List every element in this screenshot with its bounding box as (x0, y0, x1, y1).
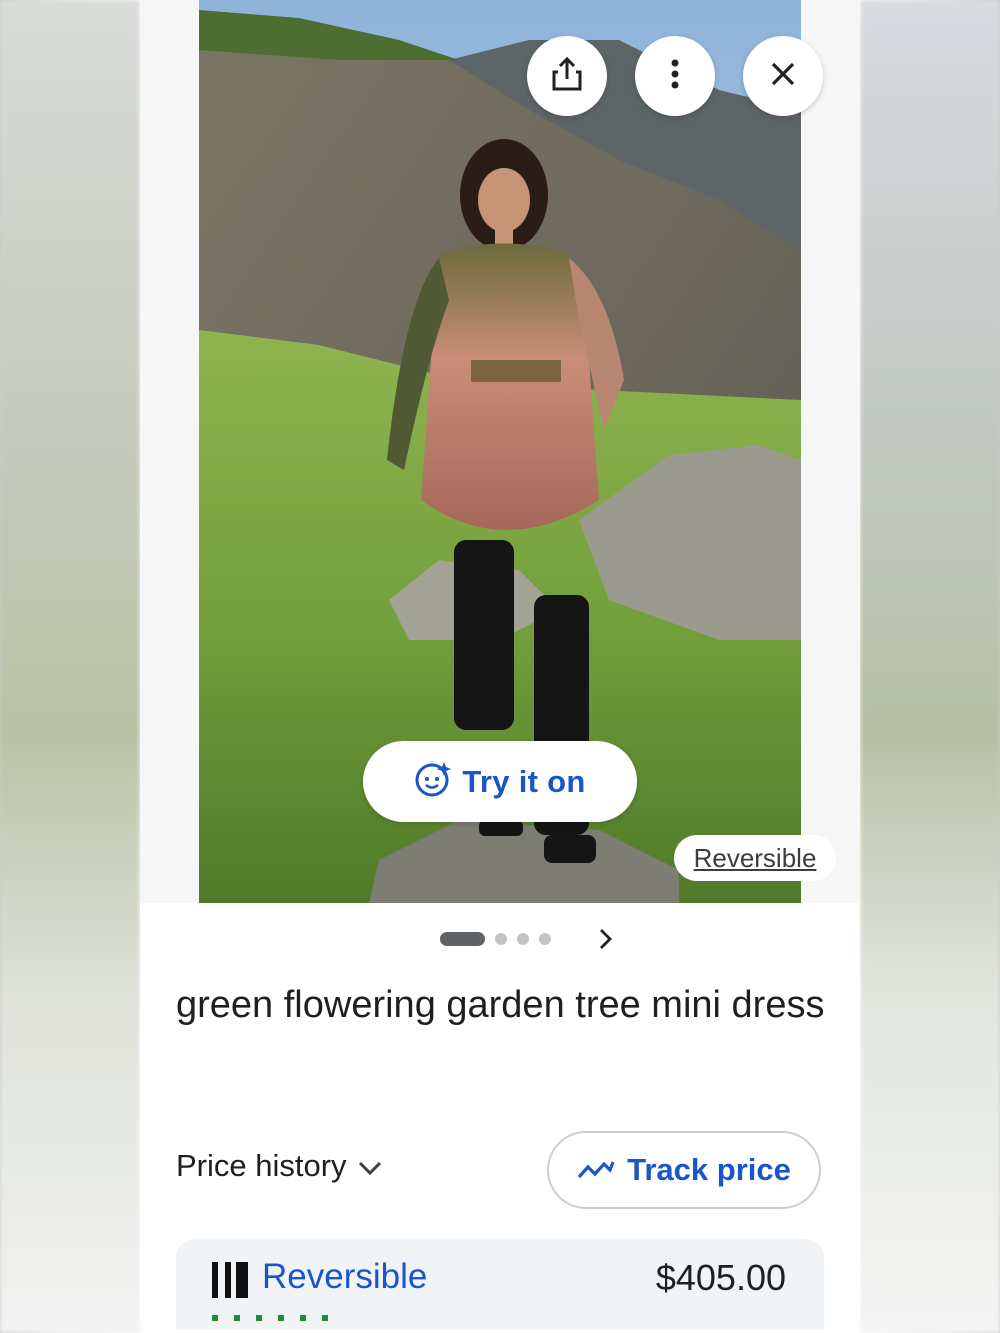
image-source-label: Reversible (693, 842, 817, 873)
chevron-right-icon (596, 929, 616, 956)
trending-icon (577, 1152, 615, 1188)
backdrop-right (860, 0, 1000, 1333)
track-price-label: Track price (627, 1152, 791, 1187)
close-button[interactable] (743, 36, 823, 116)
offer-card[interactable]: Reversible $405.00 (176, 1239, 824, 1329)
product-title: green flowering garden tree mini dress (176, 984, 825, 1026)
try-it-on-button[interactable]: Try it on (363, 741, 637, 822)
chevron-down-icon (357, 1148, 383, 1184)
carousel-dot-active (440, 932, 485, 946)
backdrop-left (0, 0, 140, 1333)
image-source-badge[interactable]: Reversible (674, 835, 836, 881)
store-logo-icon (212, 1262, 250, 1303)
track-price-button[interactable]: Track price (547, 1131, 821, 1209)
product-sheet: Try it on Reversible green flowering gar… (140, 0, 860, 1329)
price-history-toggle[interactable]: Price history (176, 1148, 383, 1184)
sparkle-face-icon (414, 760, 452, 803)
offer-price: $405.00 (655, 1257, 786, 1298)
try-it-on-label: Try it on (462, 763, 586, 799)
more-vert-icon (670, 59, 680, 94)
store-name[interactable]: Reversible (262, 1257, 427, 1297)
more-options-button[interactable] (635, 36, 715, 116)
carousel-indicator[interactable] (440, 931, 551, 947)
carousel-dot (539, 933, 551, 945)
price-history-label: Price history (176, 1148, 347, 1183)
carousel-dot (495, 933, 507, 945)
product-image-area: Try it on Reversible (140, 0, 860, 903)
offer-subtext-cut (212, 1315, 342, 1321)
share-icon (552, 56, 582, 96)
carousel-next-button[interactable] (596, 926, 616, 952)
close-icon (770, 61, 796, 92)
share-button[interactable] (527, 36, 607, 116)
carousel-dot (517, 933, 529, 945)
